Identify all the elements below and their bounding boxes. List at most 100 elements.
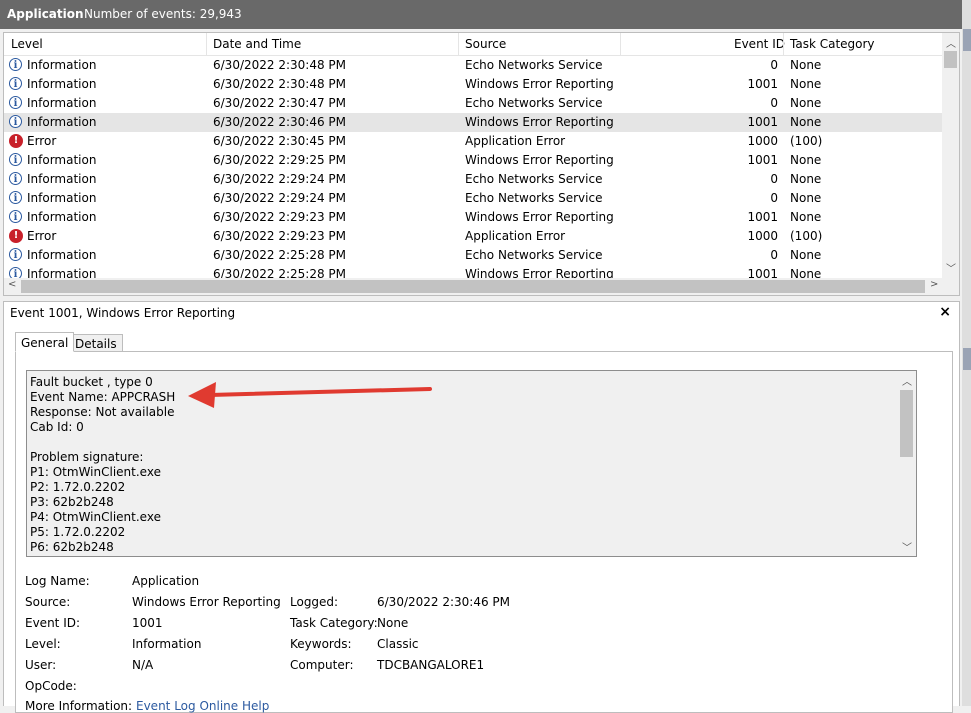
date-cell: 6/30/2022 2:30:45 PM: [213, 134, 347, 148]
table-row[interactable]: i Information 6/30/2022 2:30:48 PM Echo Net…: [4, 56, 942, 75]
log-name: Application: [7, 7, 84, 21]
level-cell: Information: [27, 153, 97, 167]
event-id-label: Event ID:: [25, 616, 81, 630]
event-log-online-help-link[interactable]: Event Log Online Help: [136, 699, 269, 713]
table-row[interactable]: i Information 6/30/2022 2:29:24 PM Echo Net…: [4, 189, 942, 208]
scroll-down-icon[interactable]: ﹀: [902, 539, 912, 554]
source-cell: Echo Networks Service: [465, 191, 603, 205]
description-scrollbar[interactable]: ︿ ﹀: [898, 371, 915, 556]
source-cell: Application Error: [465, 229, 566, 243]
log-name-label: Log Name:: [25, 574, 90, 588]
tab-details[interactable]: Details: [69, 334, 123, 352]
table-row[interactable]: i Information 6/30/2022 2:29:25 PM Windows …: [4, 151, 942, 170]
logged-value: 6/30/2022 2:30:46 PM: [377, 595, 511, 609]
event-count: Number of events: 29,943: [84, 7, 242, 21]
task-category-cell: None: [790, 96, 822, 110]
scroll-right-icon[interactable]: >: [930, 279, 938, 290]
column-level[interactable]: Level: [11, 37, 43, 51]
event-detail-header: Event 1001, Windows Error Reporting ×: [3, 301, 960, 325]
scroll-thumb[interactable]: [21, 280, 925, 293]
right-pane-edge: [962, 0, 971, 706]
task-category-cell: None: [790, 248, 822, 262]
column-date[interactable]: Date and Time: [213, 37, 301, 51]
list-vertical-scrollbar[interactable]: ︿ ﹀: [942, 33, 959, 278]
close-icon[interactable]: ×: [939, 304, 951, 320]
tab-general[interactable]: General: [15, 332, 75, 352]
keywords-value: Classic: [377, 637, 419, 651]
event-id-value: 1001: [132, 616, 163, 630]
table-row[interactable]: i Information 6/30/2022 2:25:28 PM Echo Net…: [4, 246, 942, 265]
date-cell: 6/30/2022 2:29:24 PM: [213, 172, 347, 186]
information-icon: i: [9, 58, 22, 71]
scroll-up-icon[interactable]: ︿: [902, 373, 912, 388]
description-line: P3: 62b2b248: [30, 495, 114, 509]
column-source[interactable]: Source: [465, 37, 506, 51]
scroll-thumb[interactable]: [944, 51, 957, 68]
event-id-cell: 0: [770, 172, 778, 186]
edge-marker: [963, 348, 971, 370]
event-description[interactable]: Fault bucket , type 0 Event Name: APPCRAS…: [26, 370, 917, 557]
computer-label: Computer:: [290, 658, 354, 672]
date-cell: 6/30/2022 2:29:24 PM: [213, 191, 347, 205]
scroll-down-icon[interactable]: ﹀: [946, 260, 956, 275]
source-cell: Application Error: [465, 134, 566, 148]
scroll-left-icon[interactable]: <: [8, 279, 16, 290]
column-task-category[interactable]: Task Category: [790, 37, 875, 51]
table-row[interactable]: ! Error 6/30/2022 2:30:45 PM Application Er…: [4, 132, 942, 151]
description-line: P6: 62b2b248: [30, 540, 114, 554]
information-icon: i: [9, 96, 22, 109]
level-cell: Error: [27, 229, 57, 243]
edge-marker: [963, 29, 971, 51]
date-cell: 6/30/2022 2:30:47 PM: [213, 96, 347, 110]
task-category-cell: None: [790, 191, 822, 205]
table-row[interactable]: i Information 6/30/2022 2:30:48 PM Windows …: [4, 75, 942, 94]
information-icon: i: [9, 248, 22, 261]
description-line: [30, 435, 175, 450]
description-line: P5: 1.72.0.2202: [30, 525, 126, 539]
computer-value: TDCBANGALORE1: [377, 658, 485, 672]
log-title-bar: Application Number of events: 29,943: [0, 0, 962, 29]
task-category-label: Task Category:: [290, 616, 378, 630]
event-id-cell: 1001: [747, 77, 778, 91]
event-id-cell: 1000: [747, 134, 778, 148]
date-cell: 6/30/2022 2:25:28 PM: [213, 248, 347, 262]
event-list[interactable]: Level Date and Time Source Event ID Task…: [3, 32, 960, 296]
description-line: P1: OtmWinClient.exe: [30, 465, 161, 479]
scroll-thumb[interactable]: [900, 390, 913, 457]
table-row[interactable]: i Information 6/30/2022 2:30:46 PM Windows …: [4, 113, 942, 132]
logged-label: Logged:: [290, 595, 339, 609]
table-row[interactable]: i Information 6/30/2022 2:30:47 PM Echo Net…: [4, 94, 942, 113]
task-category-cell: None: [790, 153, 822, 167]
level-cell: Error: [27, 134, 57, 148]
information-icon: i: [9, 191, 22, 204]
level-label: Level:: [25, 637, 61, 651]
event-id-cell: 0: [770, 96, 778, 110]
level-cell: Information: [27, 191, 97, 205]
event-id-cell: 1001: [747, 210, 778, 224]
level-cell: Information: [27, 115, 97, 129]
source-cell: Windows Error Reporting: [465, 210, 614, 224]
description-line: P2: 1.72.0.2202: [30, 480, 126, 494]
description-line: Response: Not available: [30, 405, 175, 419]
information-icon: i: [9, 210, 22, 223]
table-row[interactable]: i Information 6/30/2022 2:29:24 PM Echo Net…: [4, 170, 942, 189]
level-cell: Information: [27, 77, 97, 91]
event-id-cell: 1001: [747, 153, 778, 167]
source-cell: Echo Networks Service: [465, 58, 603, 72]
table-row[interactable]: i Information 6/30/2022 2:29:23 PM Windows …: [4, 208, 942, 227]
level-cell: Information: [27, 210, 97, 224]
task-category-cell: None: [790, 210, 822, 224]
list-horizontal-scrollbar[interactable]: < >: [4, 278, 959, 295]
event-id-cell: 0: [770, 58, 778, 72]
keywords-label: Keywords:: [290, 637, 352, 651]
user-value: N/A: [132, 658, 154, 672]
scroll-up-icon[interactable]: ︿: [946, 35, 956, 50]
table-row[interactable]: ! Error 6/30/2022 2:29:23 PM Application Er…: [4, 227, 942, 246]
event-detail-title: Event 1001, Windows Error Reporting: [10, 306, 236, 320]
opcode-label: OpCode:: [25, 679, 77, 693]
column-event-id[interactable]: Event ID: [734, 37, 785, 51]
level-value: Information: [132, 637, 202, 651]
task-category-cell: None: [790, 77, 822, 91]
date-cell: 6/30/2022 2:30:48 PM: [213, 77, 347, 91]
level-cell: Information: [27, 58, 97, 72]
